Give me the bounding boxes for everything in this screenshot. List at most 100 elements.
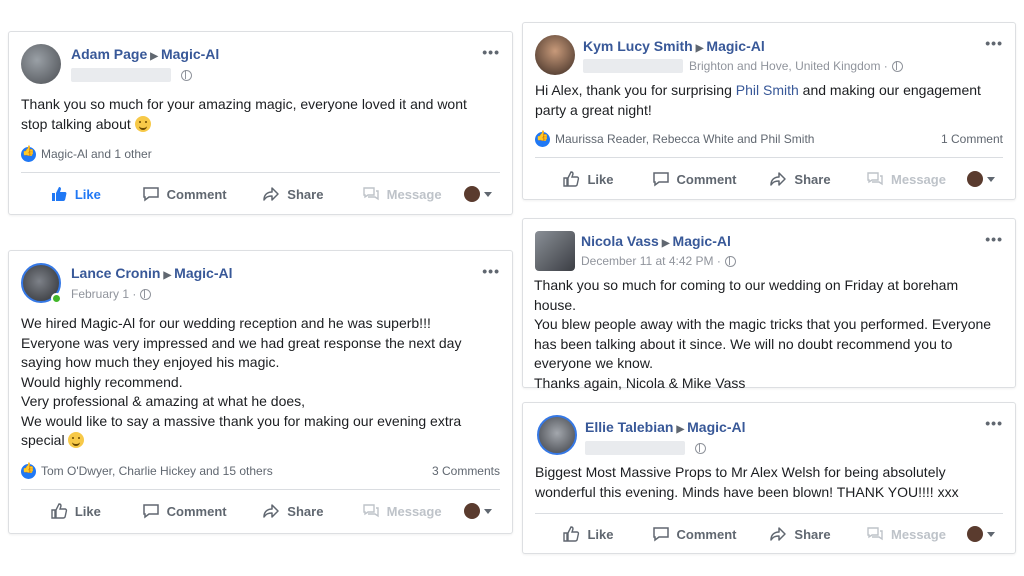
reaction-summary[interactable]: Tom O'Dwyer, Charlie Hickey and 15 other… — [21, 461, 500, 481]
author-name[interactable]: Nicola Vass — [581, 233, 659, 249]
more-options-icon[interactable]: ••• — [482, 263, 500, 279]
post-meta: Brighton and Hove, United Kingdom · — [583, 59, 903, 73]
message-button[interactable]: Message — [853, 170, 959, 188]
redacted-timestamp — [583, 59, 683, 73]
comment-button[interactable]: Comment — [641, 525, 747, 543]
author-name[interactable]: Adam Page — [71, 46, 147, 62]
post-as-selector[interactable] — [959, 171, 1003, 187]
share-arrow-icon — [770, 172, 787, 186]
page-name[interactable]: Magic-Al — [687, 419, 745, 435]
globe-icon[interactable] — [891, 60, 903, 72]
mention-link[interactable]: Phil Smith — [736, 82, 799, 98]
comment-button[interactable]: Comment — [641, 170, 747, 188]
more-options-icon[interactable]: ••• — [985, 35, 1003, 51]
post-author-line: Nicola Vass ▶ Magic-Al — [581, 233, 731, 249]
reaction-summary[interactable]: Maurissa Reader, Rebecca White and Phil … — [535, 129, 1003, 149]
redacted-timestamp — [71, 68, 171, 82]
arrow-right-icon: ▶ — [163, 270, 172, 281]
globe-icon[interactable] — [181, 69, 192, 81]
author-name[interactable]: Ellie Talebian — [585, 419, 673, 435]
post-as-selector[interactable] — [456, 503, 500, 519]
smile-emoji-icon — [68, 432, 85, 448]
author-name[interactable]: Lance Cronin — [71, 265, 160, 281]
post-meta: December 11 at 4:42 PM · — [581, 254, 736, 268]
chevron-down-icon — [484, 508, 492, 514]
post-card: Nicola Vass ▶ Magic-Al December 11 at 4:42… — [522, 218, 1016, 391]
post-text-line: has been talking about it since. We will… — [534, 335, 953, 352]
avatar[interactable] — [535, 231, 575, 271]
comment-button[interactable]: Comment — [130, 185, 239, 203]
post-author-line: Kym Lucy Smith ▶ Magic-Al — [583, 38, 765, 54]
arrow-right-icon: ▶ — [676, 424, 685, 435]
post-text-line: Thank you so much for coming to our wedd… — [534, 277, 959, 313]
page-name[interactable]: Magic-Al — [706, 38, 764, 54]
post-text-line: Everyone was very impressed and we had g… — [21, 334, 462, 351]
share-button[interactable]: Share — [747, 170, 853, 188]
thumbs-up-icon — [563, 526, 580, 542]
post-card: Lance Cronin ▶ Magic-Al February 1 · ••• W… — [8, 250, 513, 534]
more-options-icon[interactable]: ••• — [482, 44, 500, 60]
thumbs-up-icon — [51, 503, 67, 519]
post-body: Thank you so much for your amazing magic… — [21, 95, 500, 134]
message-button[interactable]: Message — [853, 525, 959, 543]
avatar[interactable] — [535, 35, 575, 75]
divider — [535, 157, 1003, 158]
post-text-line: Biggest Most Massive Props to Mr Alex We… — [535, 464, 946, 480]
like-reaction-icon — [21, 146, 36, 162]
more-options-icon[interactable]: ••• — [985, 231, 1003, 247]
post-text-line: Thanks again, Nicola & Mike Vass — [534, 374, 746, 391]
post-text-line: wonderful this evening. Minds have been … — [535, 483, 959, 500]
post-text-line: party a great night! — [535, 101, 652, 118]
chevron-down-icon — [987, 531, 995, 537]
timestamp[interactable]: December 11 at 4:42 PM · — [581, 254, 721, 268]
post-as-selector[interactable] — [456, 186, 500, 202]
globe-icon[interactable] — [695, 442, 706, 454]
post-body: Biggest Most Massive Props to Mr Alex We… — [535, 463, 1003, 502]
avatar[interactable] — [537, 415, 577, 455]
post-body: Thank you so much for coming to our wedd… — [534, 276, 1003, 393]
message-button[interactable]: Message — [347, 185, 456, 203]
comment-count[interactable]: 1 Comment — [941, 132, 1003, 146]
page-name[interactable]: Magic-Al — [174, 265, 232, 281]
avatar[interactable] — [21, 44, 61, 84]
globe-icon[interactable] — [140, 288, 152, 300]
post-meta — [71, 68, 192, 82]
post-header: Ellie Talebian ▶ Magic-Al ••• — [535, 415, 1003, 459]
speech-bubble-icon — [652, 172, 669, 187]
post-text-line: We hired Magic-Al for our wedding recept… — [21, 315, 431, 331]
share-button[interactable]: Share — [747, 525, 853, 543]
messenger-icon — [867, 172, 883, 186]
messenger-icon — [867, 527, 883, 541]
reaction-names[interactable]: Tom O'Dwyer, Charlie Hickey and 15 other… — [41, 464, 273, 478]
like-button[interactable]: Like — [535, 170, 641, 188]
like-button[interactable]: Like — [21, 502, 130, 520]
post-as-selector[interactable] — [959, 526, 1003, 542]
author-name[interactable]: Kym Lucy Smith — [583, 38, 693, 54]
globe-icon[interactable] — [724, 255, 736, 267]
post-author-line: Adam Page ▶ Magic-Al — [71, 46, 219, 62]
speech-bubble-icon — [142, 187, 159, 202]
comment-button[interactable]: Comment — [130, 502, 239, 520]
post-meta: February 1 · — [71, 287, 152, 301]
timestamp[interactable]: February 1 · — [71, 287, 136, 301]
share-button[interactable]: Share — [239, 185, 348, 203]
post-header: Adam Page ▶ Magic-Al ••• — [21, 44, 500, 88]
more-options-icon[interactable]: ••• — [985, 415, 1003, 431]
messenger-icon — [362, 504, 379, 518]
chevron-down-icon — [987, 176, 995, 182]
action-bar: Like Comment Share Message — [523, 161, 1015, 197]
reaction-names[interactable]: Magic-Al and 1 other — [41, 147, 152, 161]
like-button[interactable]: Like — [21, 185, 130, 203]
comment-count[interactable]: 3 Comments — [432, 464, 500, 478]
post-card: Kym Lucy Smith ▶ Magic-Al Brighton and Hov… — [522, 22, 1016, 200]
reaction-names[interactable]: Maurissa Reader, Rebecca White and Phil … — [555, 132, 814, 146]
post-card: Adam Page ▶ Magic-Al ••• Thank you so much… — [8, 31, 513, 215]
like-button[interactable]: Like — [535, 525, 641, 543]
post-text-line: You blew people away with the magic tric… — [534, 316, 992, 332]
message-button[interactable]: Message — [347, 502, 456, 520]
page-name[interactable]: Magic-Al — [161, 46, 219, 62]
share-button[interactable]: Share — [239, 502, 348, 520]
page-name[interactable]: Magic-Al — [673, 233, 731, 249]
reaction-summary[interactable]: Magic-Al and 1 other — [21, 144, 500, 164]
location[interactable]: Brighton and Hove, United Kingdom · — [689, 59, 888, 73]
